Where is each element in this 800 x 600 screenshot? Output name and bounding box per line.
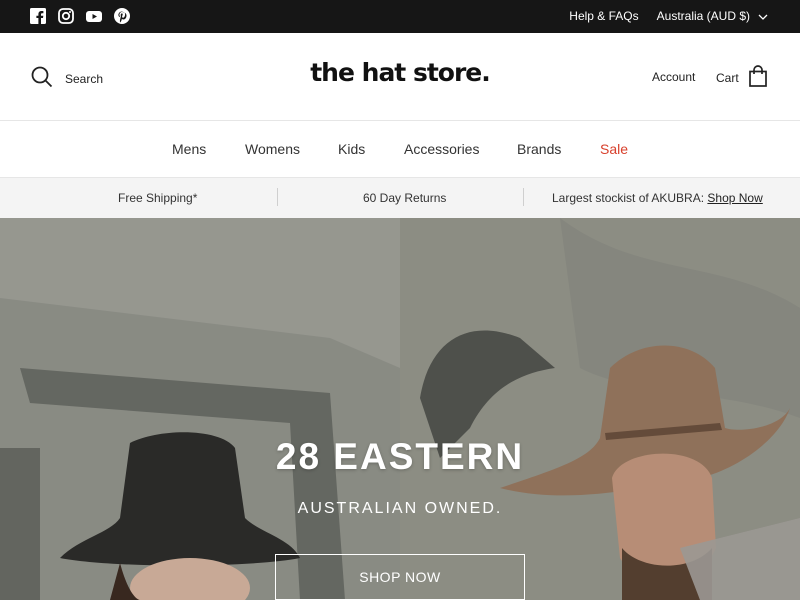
help-faqs-link[interactable]: Help & FAQs [569, 9, 638, 23]
shop-now-button[interactable]: SHOP NOW [275, 554, 525, 600]
site-header: Search the hat store. Account Cart [0, 33, 800, 121]
hero-title: 28 EASTERN [275, 436, 525, 477]
main-nav: Mens Womens Kids Accessories Brands Sale [0, 121, 800, 178]
nav-item-sale[interactable]: Sale [600, 141, 628, 157]
chevron-down-icon [758, 9, 768, 23]
shop-now-link[interactable]: Shop Now [707, 191, 762, 205]
returns-text: 60 Day Returns [363, 191, 447, 205]
shopping-bag-icon [748, 65, 767, 90]
locale-label: Australia (AUD $) [656, 9, 750, 23]
locale-selector[interactable]: Australia (AUD $) [657, 9, 768, 23]
nav-item-brands[interactable]: Brands [517, 141, 561, 157]
stockist-text: Largest stockist of AKUBRA: [552, 191, 705, 205]
hero-banner: 28 EASTERN AUSTRALIAN OWNED. SHOP NOW [0, 218, 800, 600]
hero-subtitle: AUSTRALIAN OWNED. [297, 500, 503, 517]
top-bar: Help & FAQs Australia (AUD $) [0, 0, 800, 33]
info-strip: Free Shipping* 60 Day Returns Largest st… [0, 178, 800, 218]
cart-link[interactable]: Cart [716, 65, 767, 90]
pinterest-icon[interactable] [114, 8, 130, 24]
strip-divider [277, 188, 278, 206]
free-shipping-text: Free Shipping* [118, 191, 198, 205]
facebook-icon[interactable] [30, 8, 46, 24]
account-link[interactable]: Account [652, 70, 695, 84]
social-links [30, 8, 130, 24]
nav-item-womens[interactable]: Womens [245, 141, 300, 157]
instagram-icon[interactable] [58, 8, 74, 24]
akubra-promo: Largest stockist of AKUBRA: Shop Now [552, 191, 763, 205]
youtube-icon[interactable] [86, 8, 102, 24]
hero-image [0, 218, 800, 600]
strip-divider [523, 188, 524, 206]
nav-item-accessories[interactable]: Accessories [404, 141, 479, 157]
nav-item-kids[interactable]: Kids [338, 141, 365, 157]
cart-label: Cart [716, 70, 739, 85]
nav-item-mens[interactable]: Mens [172, 141, 206, 157]
